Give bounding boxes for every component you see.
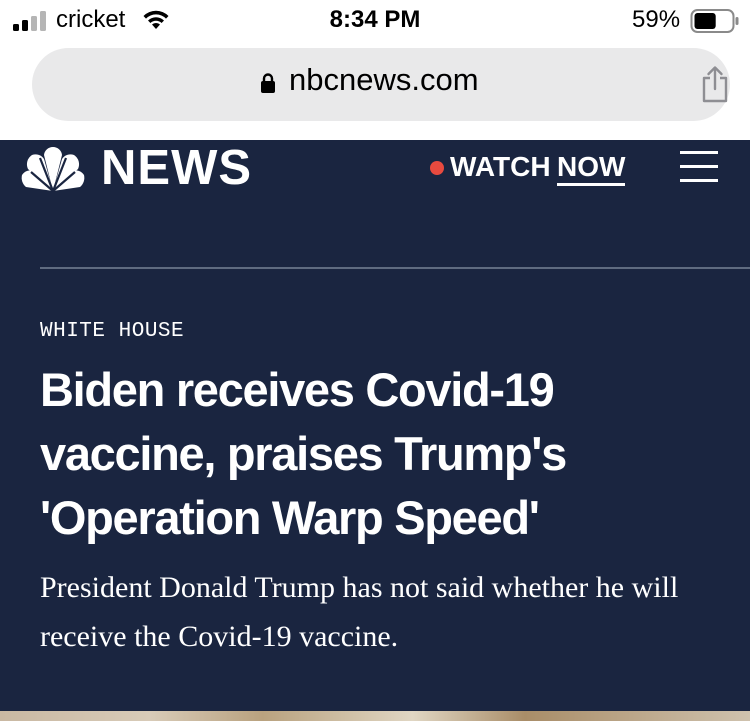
nbc-peacock-logo-icon[interactable]: [18, 147, 88, 193]
news-logo-text[interactable]: NEWS: [101, 140, 252, 196]
share-icon[interactable]: [700, 65, 730, 103]
browser-toolbar: nbcnews.com: [0, 40, 750, 140]
address-bar[interactable]: nbcnews.com: [32, 48, 730, 121]
section-label[interactable]: WHITE HOUSE: [40, 320, 184, 343]
hero-image: [0, 711, 750, 721]
battery-percentage: 59%: [632, 6, 681, 33]
lock-icon: [261, 73, 275, 93]
header-divider: [40, 267, 750, 269]
watch-now-link[interactable]: NOW: [557, 151, 626, 186]
live-indicator-icon: [430, 161, 444, 175]
watch-label[interactable]: WATCH: [450, 151, 551, 183]
article-headline: Biden receives Covid-19 vaccine, praises…: [40, 363, 567, 544]
url-text[interactable]: nbcnews.com: [289, 62, 479, 98]
hamburger-menu-icon[interactable]: [680, 151, 718, 183]
article-dek: President Donald Trump has not said whet…: [40, 571, 679, 653]
status-bar: cricket 8:34 PM 59%: [0, 0, 750, 40]
site-content: NEWS WATCH NOW WHITE HOUSE Biden receive…: [0, 140, 750, 721]
battery-icon: [690, 9, 739, 33]
